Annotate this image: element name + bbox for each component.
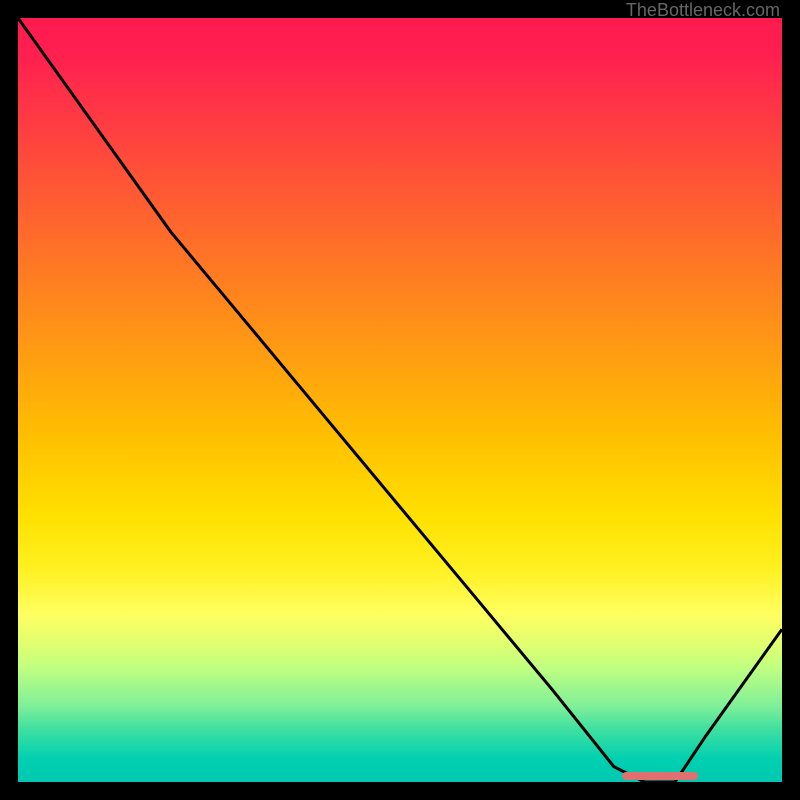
watermark-text: TheBottleneck.com (626, 0, 780, 21)
chart-container: TheBottleneck.com (0, 0, 800, 800)
bottleneck-curve (18, 18, 782, 782)
optimal-range-marker (622, 772, 698, 780)
line-chart-svg (18, 18, 782, 782)
